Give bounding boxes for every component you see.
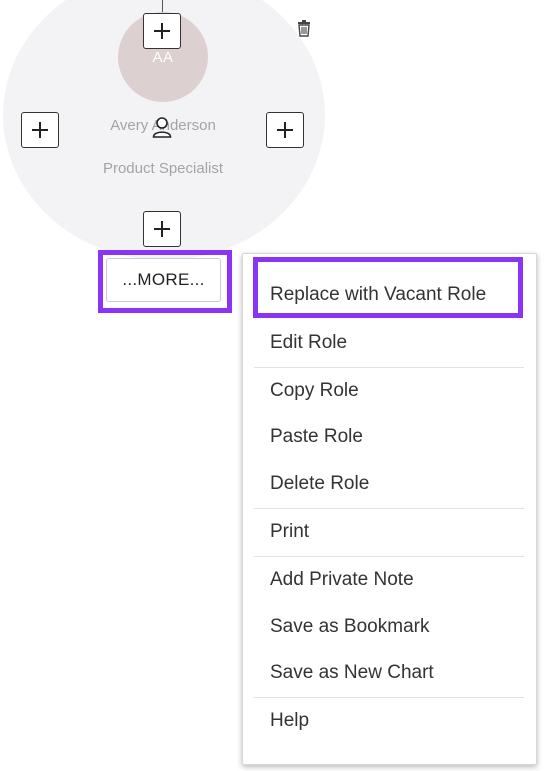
add-left-button[interactable] (21, 112, 59, 148)
person-icon (151, 116, 173, 138)
context-menu: Replace with Vacant Role Edit Role Copy … (242, 253, 537, 765)
plus-icon (154, 23, 170, 39)
avatar-initials: AA (152, 48, 174, 66)
plus-icon (32, 122, 48, 138)
menu-item-save-as-new-chart[interactable]: Save as New Chart (270, 662, 434, 684)
plus-icon (154, 221, 170, 237)
menu-divider (254, 367, 524, 368)
menu-divider (254, 556, 524, 557)
menu-item-copy-role[interactable]: Copy Role (270, 380, 359, 402)
menu-item-help[interactable]: Help (270, 710, 309, 732)
menu-item-print[interactable]: Print (270, 521, 309, 543)
more-button[interactable]: ...MORE... (106, 258, 221, 302)
menu-divider (254, 508, 524, 509)
menu-item-edit-role[interactable]: Edit Role (270, 332, 347, 354)
delete-button[interactable] (297, 20, 311, 37)
add-above-button[interactable] (143, 13, 181, 49)
plus-icon (277, 122, 293, 138)
role-title: Product Specialist (102, 160, 224, 177)
add-below-button[interactable] (143, 211, 181, 247)
trash-icon (298, 20, 310, 37)
org-chart-canvas: AA Avery Anderson Product Specialist ...… (0, 0, 549, 771)
menu-item-highlight (253, 257, 523, 318)
menu-item-save-as-bookmark[interactable]: Save as Bookmark (270, 616, 429, 638)
add-right-button[interactable] (266, 112, 304, 148)
menu-item-add-private-note[interactable]: Add Private Note (270, 569, 414, 591)
menu-divider (254, 697, 524, 698)
menu-item-paste-role[interactable]: Paste Role (270, 426, 363, 448)
menu-item-delete-role[interactable]: Delete Role (270, 473, 369, 495)
